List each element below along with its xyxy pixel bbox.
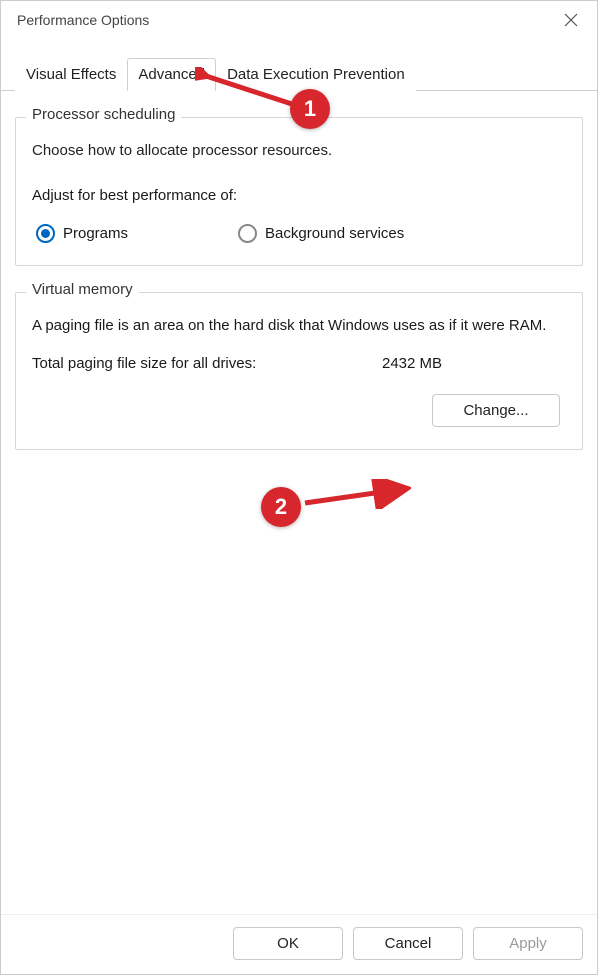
radio-background-services[interactable]: Background services	[238, 224, 404, 243]
close-icon	[564, 13, 578, 27]
dialog-footer: OK Cancel Apply	[1, 914, 597, 974]
change-button[interactable]: Change...	[432, 394, 560, 427]
vm-group-title: Virtual memory	[26, 281, 139, 298]
annotation-badge-2: 2	[261, 487, 301, 527]
radio-icon	[36, 224, 55, 243]
vm-total-value: 2432 MB	[382, 355, 442, 372]
vm-description: A paging file is an area on the hard dis…	[32, 315, 566, 337]
apply-button[interactable]: Apply	[473, 927, 583, 960]
close-button[interactable]	[557, 6, 585, 34]
tab-dep[interactable]: Data Execution Prevention	[216, 58, 416, 91]
processor-group-title: Processor scheduling	[26, 106, 181, 123]
adjust-label: Adjust for best performance of:	[32, 187, 566, 204]
radio-background-label: Background services	[265, 225, 404, 242]
change-row: Change...	[32, 394, 566, 427]
performance-options-dialog: Performance Options Visual Effects Advan…	[0, 0, 598, 975]
annotation-badge-1: 1	[290, 89, 330, 129]
radio-programs[interactable]: Programs	[36, 224, 128, 243]
ok-button[interactable]: OK	[233, 927, 343, 960]
processor-scheduling-group: Processor scheduling Choose how to alloc…	[15, 117, 583, 266]
annotation-badge-2-text: 2	[275, 494, 287, 520]
annotation-badge-1-text: 1	[304, 96, 316, 122]
processor-description: Choose how to allocate processor resourc…	[32, 142, 566, 159]
vm-total-row: Total paging file size for all drives: 2…	[32, 355, 566, 372]
virtual-memory-group: Virtual memory A paging file is an area …	[15, 292, 583, 450]
tab-strip: Visual Effects Advanced Data Execution P…	[1, 57, 597, 91]
radio-group: Programs Background services	[32, 224, 566, 243]
radio-icon	[238, 224, 257, 243]
window-title: Performance Options	[17, 12, 149, 28]
cancel-button[interactable]: Cancel	[353, 927, 463, 960]
vm-total-label: Total paging file size for all drives:	[32, 355, 382, 372]
tab-advanced[interactable]: Advanced	[127, 58, 216, 91]
radio-programs-label: Programs	[63, 225, 128, 242]
titlebar: Performance Options	[1, 1, 597, 39]
tab-visual-effects[interactable]: Visual Effects	[15, 58, 127, 91]
